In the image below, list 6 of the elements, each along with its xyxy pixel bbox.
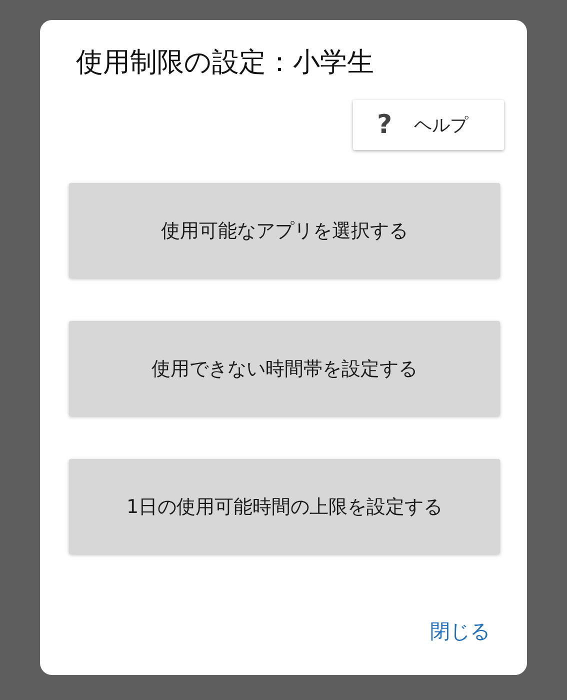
option-button[interactable]: 使用可能なアプリを選択する xyxy=(69,183,500,278)
option-button[interactable]: 使用できない時間帯を設定する xyxy=(69,321,500,416)
dialog-title: 使用制限の設定：小学生 xyxy=(76,46,375,80)
close-link[interactable]: 閉じる xyxy=(430,618,490,645)
option-button[interactable]: 1日の使用可能時間の上限を設定する xyxy=(69,459,500,554)
help-button[interactable]: ? ヘルプ xyxy=(353,100,504,150)
